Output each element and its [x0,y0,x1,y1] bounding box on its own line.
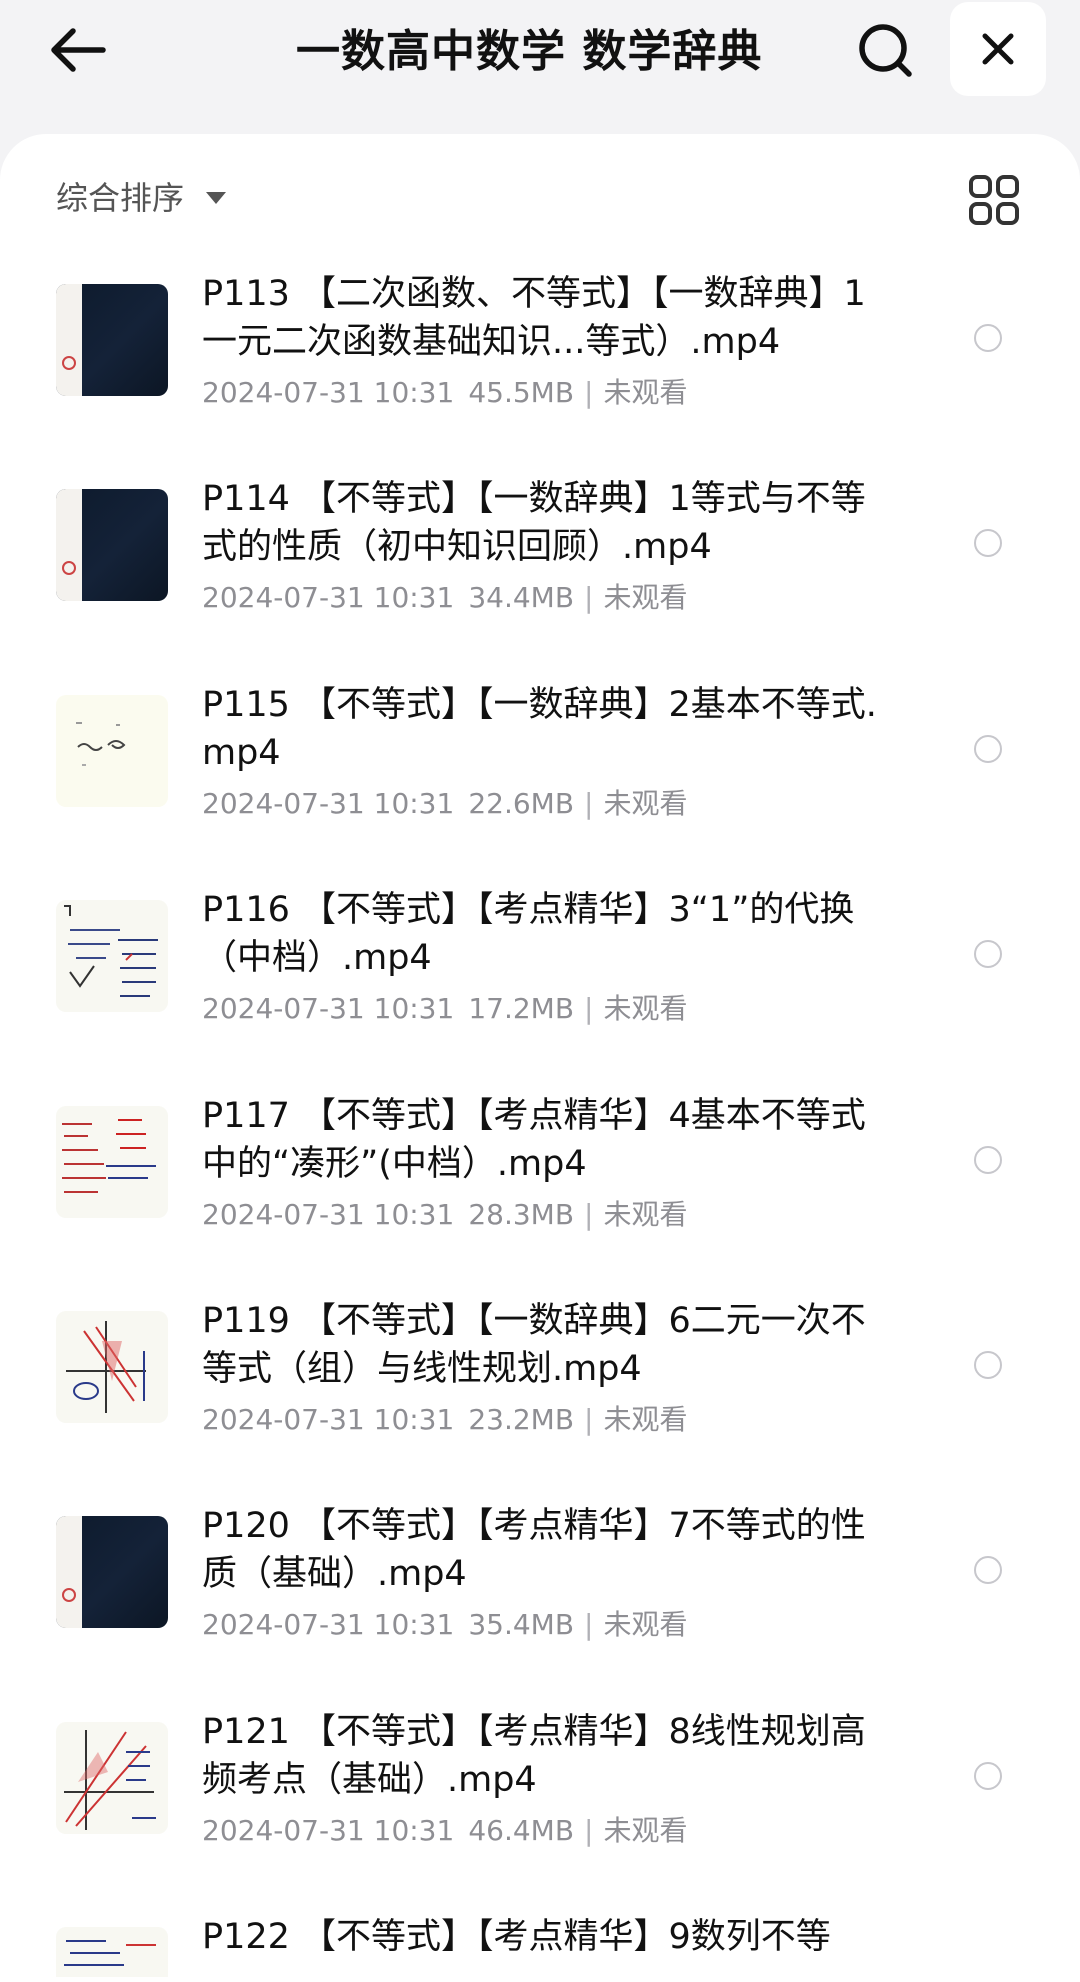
file-name: P115 【不等式】【一数辞典】2基本不等式.mp4 [202,684,877,773]
search-icon [859,24,912,77]
file-date: 2024-07-31 10:31 [202,786,455,820]
grid-view-icon[interactable] [968,174,1020,226]
file-date: 2024-07-31 10:31 [202,1402,455,1436]
list-item[interactable]: P117 【不等式】【考点精华】4基本不等式中的“凑形”(中档）.mp4 202… [0,1096,1080,1301]
file-meta: 2024-07-31 10:31 23.2MB | 未观看 [202,1402,688,1436]
close-icon [982,33,1014,65]
file-meta: 2024-07-31 10:31 22.6MB | 未观看 [202,786,688,820]
file-name: P116 【不等式】【考点精华】3“1”的代换（中档）.mp4 [202,890,855,979]
file-list: P113 【二次函数、不等式】【一数辞典】1一元二次函数基础知识...等式）.m… [0,274,1080,1978]
select-radio[interactable] [974,1556,1002,1585]
file-meta: 2024-07-31 10:31 35.4MB | 未观看 [202,1608,688,1642]
video-thumbnail [56,1927,168,1978]
video-thumbnail [56,284,168,396]
file-meta: 2024-07-31 10:31 46.4MB | 未观看 [202,1813,688,1847]
file-name: P114 【不等式】【一数辞典】1等式与不等式的性质（初中知识回顾）.mp4 [202,479,866,568]
page-title: 一数高中数学 数学辞典 [296,26,763,77]
file-date: 2024-07-31 10:31 [202,581,455,615]
video-thumbnail [56,694,168,807]
video-thumbnail [56,1105,168,1218]
back-button[interactable] [38,18,118,82]
select-radio[interactable] [974,1145,1002,1174]
file-name: P113 【二次函数、不等式】【一数辞典】1一元二次函数基础知识...等式）.m… [202,274,866,362]
file-meta: 2024-07-31 10:31 45.5MB | 未观看 [202,376,688,409]
arrow-left-icon [51,28,106,72]
select-radio[interactable] [974,734,1002,763]
file-size: 45.5MB [468,376,575,409]
list-item[interactable]: P115 【不等式】【一数辞典】2基本不等式.mp4 2024-07-31 10… [0,685,1080,890]
watch-status: 未观看 [603,786,688,820]
file-date: 2024-07-31 10:31 [202,1813,455,1847]
file-size: 46.4MB [468,1813,575,1847]
file-name: P119 【不等式】【一数辞典】6二元一次不等式（组）与线性规划.mp4 [202,1300,866,1389]
video-thumbnail [56,1721,168,1834]
file-size: 34.4MB [468,581,575,615]
sort-dropdown[interactable]: 综合排序 [56,170,227,222]
file-date: 2024-07-31 10:31 [202,376,455,409]
watch-status: 未观看 [603,1608,688,1642]
watch-status: 未观看 [603,992,688,1026]
file-list-panel: 综合排序 P113 【二次函数、不等式】【一数辞典】1一元二次函数基础知识...… [0,134,1080,1982]
select-radio[interactable] [974,1761,1002,1790]
watch-status: 未观看 [603,1402,688,1436]
file-date: 2024-07-31 10:31 [202,1608,455,1642]
list-item[interactable]: P113 【二次函数、不等式】【一数辞典】1一元二次函数基础知识...等式）.m… [0,274,1080,479]
list-item[interactable]: P119 【不等式】【一数辞典】6二元一次不等式（组）与线性规划.mp4 202… [0,1301,1080,1506]
watch-status: 未观看 [603,581,688,615]
file-meta: 2024-07-31 10:31 28.3MB | 未观看 [202,1197,688,1231]
file-meta: 2024-07-31 10:31 34.4MB | 未观看 [202,581,688,615]
close-button[interactable] [950,2,1046,96]
file-name: P121 【不等式】【考点精华】8线性规划高频考点（基础）.mp4 [202,1711,866,1800]
file-meta: 2024-07-31 10:31 17.2MB | 未观看 [202,992,688,1026]
watch-status: 未观看 [603,1197,688,1231]
file-size: 17.2MB [468,992,575,1026]
list-item[interactable]: P120 【不等式】【考点精华】7不等式的性质（基础）.mp4 2024-07-… [0,1506,1080,1711]
video-thumbnail [56,489,168,602]
file-name: P122 【不等式】【考点精华】9数列不等 [202,1917,831,1958]
top-bar: 一数高中数学 数学辞典 [0,0,1080,135]
file-size: 23.2MB [468,1402,575,1436]
file-name: P120 【不等式】【考点精华】7不等式的性质（基础）.mp4 [202,1506,866,1595]
file-size: 35.4MB [468,1608,575,1642]
file-date: 2024-07-31 10:31 [202,1197,455,1231]
list-toolbar: 综合排序 [0,134,1080,264]
watch-status: 未观看 [603,1813,688,1847]
video-thumbnail [56,1310,168,1423]
list-item[interactable]: P121 【不等式】【考点精华】8线性规划高频考点（基础）.mp4 2024-0… [0,1712,1080,1917]
select-radio[interactable] [974,1350,1002,1379]
caret-down-icon [206,192,227,204]
file-date: 2024-07-31 10:31 [202,992,455,1026]
file-size: 22.6MB [468,786,575,820]
select-radio[interactable] [974,529,1002,558]
file-name: P117 【不等式】【考点精华】4基本不等式中的“凑形”(中档）.mp4 [202,1095,866,1184]
watch-status: 未观看 [603,376,688,409]
video-thumbnail [56,1516,168,1629]
search-button[interactable] [846,16,926,86]
select-radio[interactable] [974,324,1002,352]
video-thumbnail [56,900,168,1013]
list-item[interactable]: P122 【不等式】【考点精华】9数列不等 [0,1917,1080,1978]
sort-label: 综合排序 [56,179,185,217]
file-size: 28.3MB [468,1197,575,1231]
select-radio[interactable] [974,940,1002,969]
list-item[interactable]: P116 【不等式】【考点精华】3“1”的代换（中档）.mp4 2024-07-… [0,890,1080,1095]
list-item[interactable]: P114 【不等式】【一数辞典】1等式与不等式的性质（初中知识回顾）.mp4 2… [0,479,1080,684]
